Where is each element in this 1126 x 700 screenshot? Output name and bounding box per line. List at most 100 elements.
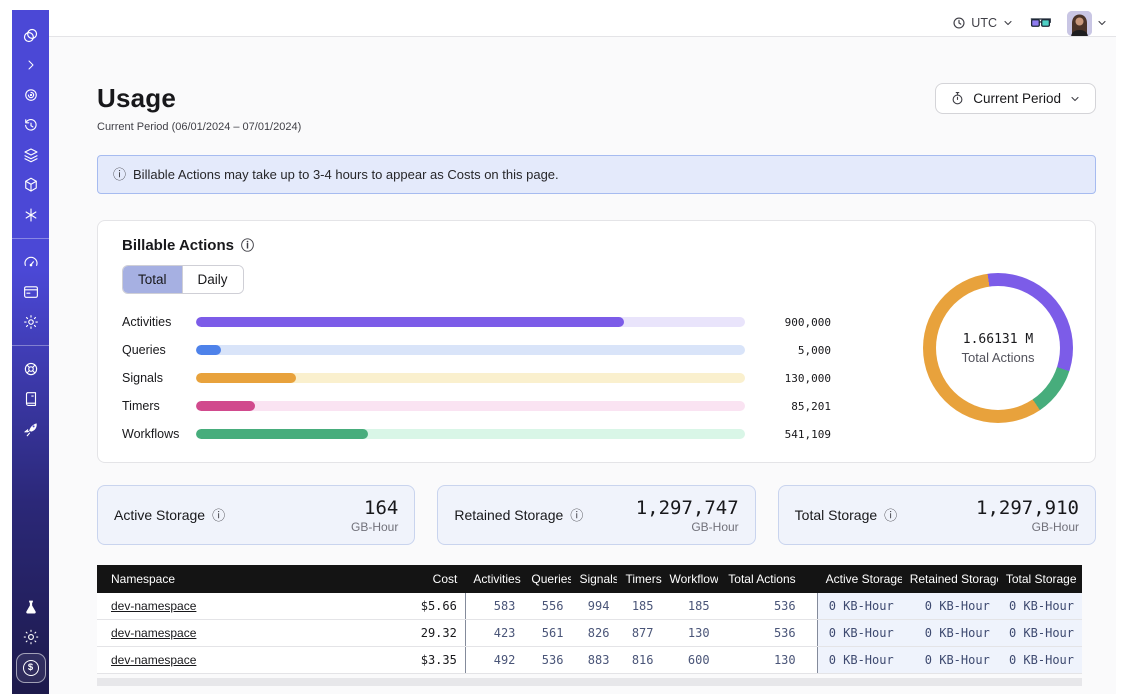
stopwatch-icon	[950, 91, 965, 106]
page-content: Usage Current Period (06/01/2024 – 07/01…	[49, 37, 1116, 694]
page-title: Usage	[97, 83, 301, 114]
bar-value: 130,000	[745, 372, 831, 385]
bar-fill	[196, 429, 368, 439]
cell-timers: 185	[617, 593, 661, 620]
cell-workflows: 600	[662, 647, 718, 674]
timezone-label: UTC	[971, 16, 997, 30]
col-header-cost: Cost	[397, 565, 465, 593]
tab-daily[interactable]: Daily	[182, 266, 243, 293]
page-subtitle: Current Period (06/01/2024 – 07/01/2024)	[97, 121, 301, 133]
cell-signals: 883	[571, 647, 617, 674]
labs-flask-icon[interactable]	[17, 593, 45, 621]
namespace-link[interactable]: dev-namespace	[111, 653, 196, 667]
getting-started-rocket-icon[interactable]	[17, 415, 45, 443]
col-header-queries: Queries	[523, 565, 571, 593]
col-header-namespace: Namespace	[97, 565, 397, 593]
info-icon[interactable]: ⓘ	[241, 239, 254, 252]
cell-namespace: dev-namespace	[97, 593, 397, 620]
usage-gauge-icon[interactable]	[17, 248, 45, 276]
docs-book-icon[interactable]	[17, 385, 45, 413]
storage-card: Retained Storage ⓘ 1,297,747 GB-Hour	[437, 485, 755, 545]
namespaces-spiral-icon[interactable]	[17, 81, 45, 109]
cell-total-storage: 0 KB-Hour	[998, 593, 1082, 620]
bar-value: 900,000	[745, 316, 831, 329]
cell-total-actions: 536	[718, 620, 804, 647]
chevron-down-icon	[1069, 93, 1081, 105]
cell-retained-storage: 0 KB-Hour	[902, 593, 998, 620]
table-row: dev-namespace29.324235618268771305360 KB…	[97, 620, 1082, 647]
cell-active-storage: 0 KB-Hour	[818, 620, 902, 647]
period-selector-button[interactable]: Current Period	[935, 83, 1096, 114]
chevron-down-icon	[1096, 17, 1108, 29]
info-banner-text: Billable Actions may take up to 3-4 hour…	[133, 167, 559, 182]
cell-gap	[804, 620, 818, 647]
bar-track	[196, 401, 745, 411]
tab-total[interactable]: Total	[123, 266, 182, 293]
col-header-activities: Activities	[465, 565, 523, 593]
bar-chart-row: Workflows 541,109	[122, 420, 831, 448]
namespace-link[interactable]: dev-namespace	[111, 599, 196, 613]
temporal-logo[interactable]	[17, 21, 45, 49]
cell-queries: 561	[523, 620, 571, 647]
main-area: UTC Usage Current Period (06/01/2024 – 0…	[49, 10, 1116, 694]
topbar: UTC	[49, 10, 1116, 37]
donut-total-label: Total Actions	[962, 350, 1035, 365]
cell-total-actions: 130	[718, 647, 804, 674]
namespace-link[interactable]: dev-namespace	[111, 626, 196, 640]
theme-sun-icon[interactable]	[17, 623, 45, 651]
cell-signals: 994	[571, 593, 617, 620]
table-header-row: NamespaceCostActivitiesQueriesSignalsTim…	[97, 565, 1082, 593]
deployments-cube-icon[interactable]	[17, 171, 45, 199]
billable-actions-title: Billable Actions ⓘ	[122, 237, 1071, 254]
app-frame: $ UTC Usage Curr	[12, 10, 1116, 694]
settings-gear-icon[interactable]	[17, 308, 45, 336]
expand-chevron-icon[interactable]	[17, 51, 45, 79]
bar-chart-row: Timers 85,201	[122, 392, 831, 420]
chevron-down-icon	[1002, 17, 1014, 29]
bar-chart-row: Signals 130,000	[122, 364, 831, 392]
bar-track	[196, 373, 745, 383]
bar-fill	[196, 317, 624, 327]
nexus-asterisk-icon[interactable]	[17, 201, 45, 229]
cell-activities: 423	[465, 620, 523, 647]
3d-glasses-icon[interactable]	[1030, 16, 1051, 30]
info-icon[interactable]: ⓘ	[212, 509, 225, 522]
bar-track	[196, 317, 745, 327]
info-icon[interactable]: ⓘ	[570, 509, 583, 522]
col-header-active-storage: Active Storage	[818, 565, 902, 593]
col-header-total-actions: Total Actions	[718, 565, 804, 593]
col-header-timers: Timers	[617, 565, 661, 593]
bar-chart-row: Activities 900,000	[122, 308, 831, 336]
cell-namespace: dev-namespace	[97, 620, 397, 647]
table-row: dev-namespace$5.665835569941851855360 KB…	[97, 593, 1082, 620]
cell-active-storage: 0 KB-Hour	[818, 647, 902, 674]
cell-activities: 492	[465, 647, 523, 674]
billing-coin-icon[interactable]: $	[16, 653, 46, 683]
info-icon[interactable]: ⓘ	[884, 509, 897, 522]
storage-card-value: 1,297,747	[636, 497, 739, 519]
cell-timers: 877	[617, 620, 661, 647]
bar-label: Workflows	[122, 427, 196, 441]
bar-label: Signals	[122, 371, 196, 385]
support-life-ring-icon[interactable]	[17, 355, 45, 383]
bar-label: Activities	[122, 315, 196, 329]
storage-card-value: 1,297,910	[976, 497, 1079, 519]
storage-card: Active Storage ⓘ 164 GB-Hour	[97, 485, 415, 545]
bar-track	[196, 429, 745, 439]
page-header: Usage Current Period (06/01/2024 – 07/01…	[97, 83, 1096, 133]
web-window-icon[interactable]	[17, 278, 45, 306]
account-menu[interactable]	[1067, 11, 1108, 36]
col-header-retained-storage: Retained Storage	[902, 565, 998, 593]
storage-card-unit: GB-Hour	[976, 520, 1079, 534]
layers-icon[interactable]	[17, 141, 45, 169]
timezone-selector[interactable]: UTC	[952, 16, 1014, 30]
schedules-timer-icon[interactable]	[17, 111, 45, 139]
cell-cost: $3.35	[397, 647, 465, 674]
col-header-signals: Signals	[571, 565, 617, 593]
sidebar-divider	[12, 345, 49, 346]
bar-fill	[196, 401, 255, 411]
cell-cost: 29.32	[397, 620, 465, 647]
storage-card-label: Retained Storage ⓘ	[454, 507, 583, 523]
bar-value: 541,109	[745, 428, 831, 441]
cell-workflows: 185	[662, 593, 718, 620]
